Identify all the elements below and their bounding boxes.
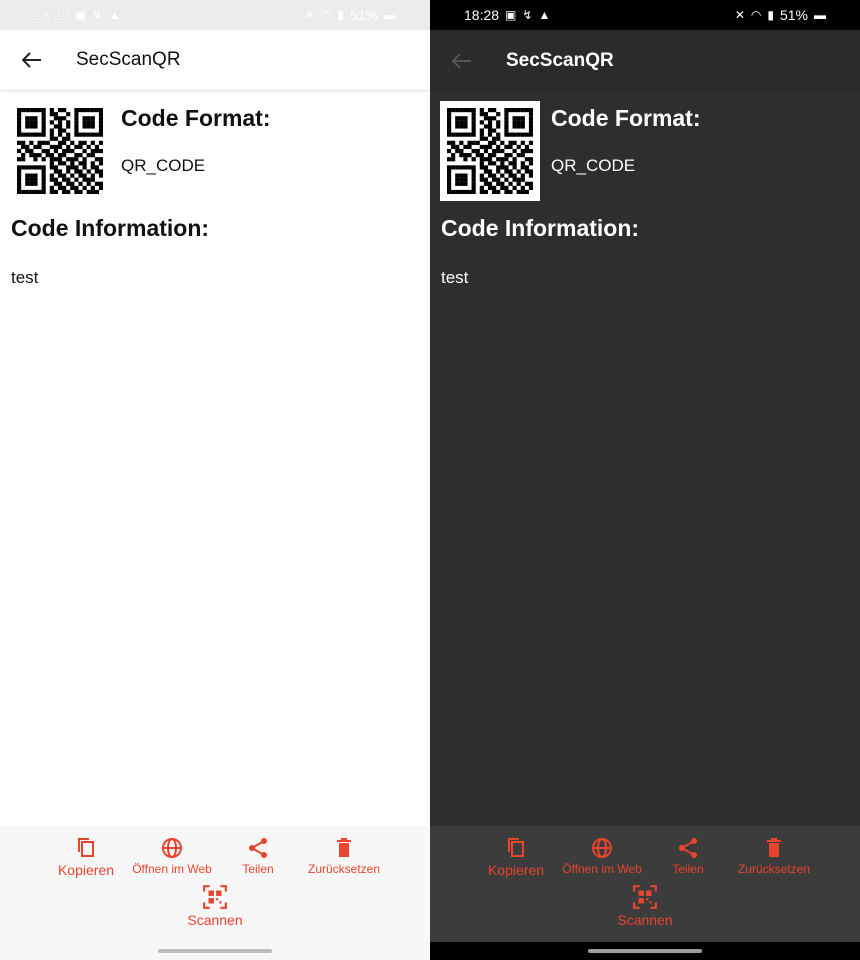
open-web-label: Öffnen im Web	[132, 862, 212, 876]
reset-label: Zurücksetzen	[307, 862, 381, 876]
trash-icon	[337, 838, 351, 857]
back-arrow-icon[interactable]	[20, 48, 44, 72]
battery-icon: ▬	[814, 8, 826, 22]
home-indicator[interactable]	[588, 949, 702, 953]
missed-call-icon: ↯	[522, 8, 533, 22]
bottom-action-bar: Kopieren Öffnen im Web Teilen Zurücksetz…	[0, 826, 430, 942]
qr-scan-icon	[203, 885, 227, 909]
app-bar: SecScanQR	[0, 30, 430, 91]
code-information-heading: Code Information:	[441, 215, 640, 241]
trash-icon	[767, 838, 781, 857]
scan-result: Code Format: QR_CODE Code Information: t…	[0, 91, 430, 826]
signal-icon: ▮	[767, 8, 774, 22]
gallery-icon: ▣	[505, 8, 517, 22]
status-time: 18:29	[34, 7, 70, 23]
code-format-heading: Code Format:	[551, 105, 701, 131]
code-information-heading: Code Information:	[11, 215, 210, 241]
mute-icon: ✕	[734, 8, 745, 22]
share-label: Teilen	[242, 862, 274, 876]
light-screen: 18:29 ▣ ↯ ▲ ✕ ◠ ▮ 51% ▬ SecScanQR Code F…	[0, 0, 430, 960]
scan-label: Scannen	[617, 912, 673, 928]
system-nav-bar	[0, 942, 430, 960]
share-label: Teilen	[672, 862, 704, 876]
battery-icon: ▬	[384, 8, 396, 22]
code-format-value: QR_CODE	[551, 156, 636, 175]
scan-label: Scannen	[187, 912, 243, 928]
copy-button[interactable]: Kopieren	[43, 836, 129, 878]
share-icon	[679, 838, 697, 858]
qr-scan-icon	[633, 885, 657, 909]
app-bar: SecScanQR	[430, 30, 860, 91]
reset-button[interactable]: Zurücksetzen	[301, 836, 387, 876]
warning-icon: ▲	[538, 8, 551, 22]
status-time: 18:28	[464, 7, 500, 23]
share-button[interactable]: Teilen	[645, 836, 731, 876]
app-title: SecScanQR	[76, 49, 181, 70]
home-indicator[interactable]	[158, 949, 272, 953]
battery-percent: 51%	[349, 7, 378, 23]
globe-icon	[162, 838, 182, 858]
dark-screen: 18:28 ▣ ↯ ▲ ✕ ◠ ▮ 51% ▬ SecScanQR Code F…	[430, 0, 860, 960]
status-bar: 18:29 ▣ ↯ ▲ ✕ ◠ ▮ 51% ▬	[0, 0, 430, 30]
scan-result: Code Format: QR_CODE Code Information: t…	[430, 91, 860, 826]
code-format-heading: Code Format:	[121, 105, 271, 131]
battery-percent: 51%	[779, 7, 808, 23]
open-web-button[interactable]: Öffnen im Web	[559, 836, 645, 876]
open-web-label: Öffnen im Web	[562, 862, 642, 876]
qr-code-graphic	[17, 108, 103, 194]
globe-icon	[592, 838, 612, 858]
copy-icon	[78, 838, 94, 857]
reset-button[interactable]: Zurücksetzen	[731, 836, 817, 876]
status-bar: 18:28 ▣ ↯ ▲ ✕ ◠ ▮ 51% ▬	[430, 0, 860, 30]
signal-icon: ▮	[337, 8, 344, 22]
open-web-button[interactable]: Öffnen im Web	[129, 836, 215, 876]
warning-icon: ▲	[108, 8, 121, 22]
share-button[interactable]: Teilen	[215, 836, 301, 876]
qr-code-graphic	[447, 108, 533, 194]
mute-icon: ✕	[304, 8, 315, 22]
gallery-icon: ▣	[75, 8, 87, 22]
code-format-value: QR_CODE	[121, 156, 206, 175]
copy-button[interactable]: Kopieren	[473, 836, 559, 878]
share-icon	[249, 838, 267, 858]
wifi-icon: ◠	[320, 8, 332, 22]
qr-code-image	[10, 101, 110, 201]
code-information-value: test	[441, 268, 469, 287]
bottom-action-bar: Kopieren Öffnen im Web Teilen Zurücksetz…	[430, 826, 860, 942]
missed-call-icon: ↯	[92, 8, 103, 22]
scan-button[interactable]: Scannen	[0, 884, 430, 928]
wifi-icon: ◠	[750, 8, 762, 22]
app-title: SecScanQR	[506, 49, 614, 71]
copy-label: Kopieren	[57, 862, 115, 878]
code-information-value: test	[11, 268, 39, 287]
back-arrow-icon[interactable]	[450, 49, 474, 73]
qr-code-image	[440, 101, 540, 201]
reset-label: Zurücksetzen	[737, 862, 811, 876]
scan-button[interactable]: Scannen	[430, 884, 860, 928]
copy-label: Kopieren	[487, 862, 545, 878]
system-nav-bar	[430, 942, 860, 960]
copy-icon	[508, 838, 524, 857]
